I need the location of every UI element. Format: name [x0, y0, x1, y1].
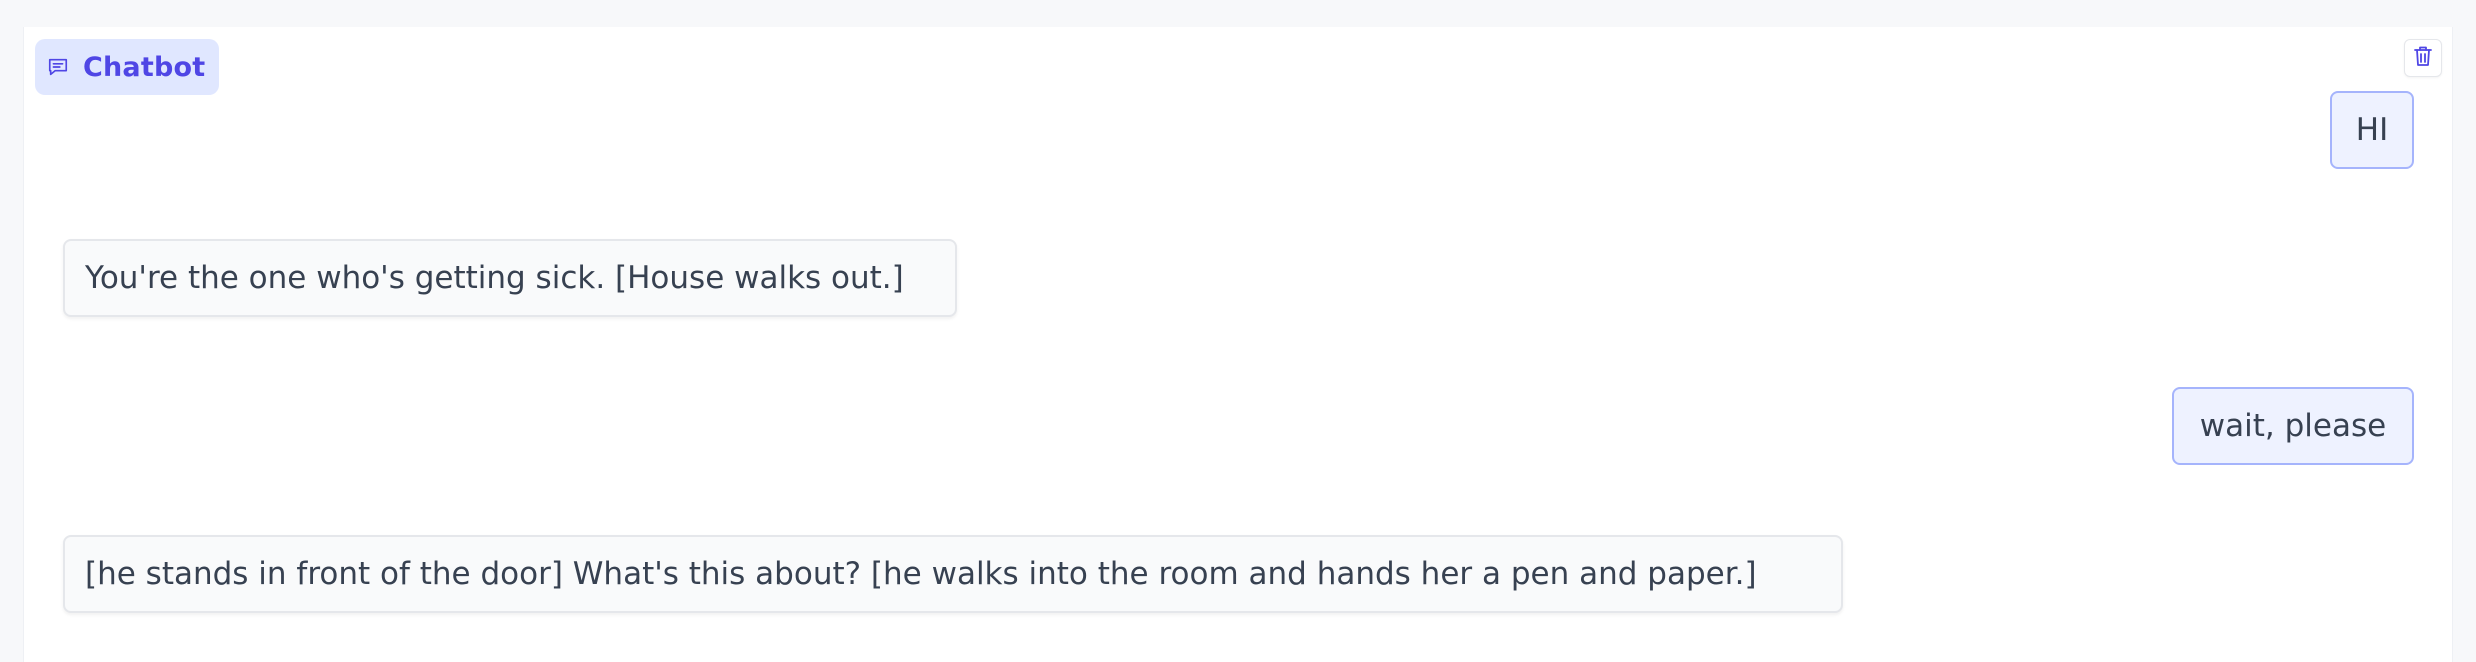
message-text: HI [2355, 112, 2389, 148]
chatbot-panel: Chatbot HI You're the one who's getting … [23, 27, 2453, 662]
chatbot-label-text: Chatbot [83, 51, 206, 83]
user-message: wait, please [2172, 387, 2414, 465]
chatbot-label: Chatbot [35, 39, 220, 95]
message-text: wait, please [2199, 408, 2387, 444]
trash-icon [2413, 45, 2433, 71]
bot-message: You're the one who's getting sick. [Hous… [63, 239, 957, 317]
clear-chat-button[interactable] [2404, 39, 2442, 77]
chat-bubble-icon [47, 56, 69, 78]
bot-message: [he stands in front of the door] What's … [63, 535, 1843, 613]
user-message: HI [2330, 91, 2414, 169]
message-text: [he stands in front of the door] What's … [85, 556, 1757, 592]
message-text: You're the one who's getting sick. [Hous… [85, 260, 904, 296]
